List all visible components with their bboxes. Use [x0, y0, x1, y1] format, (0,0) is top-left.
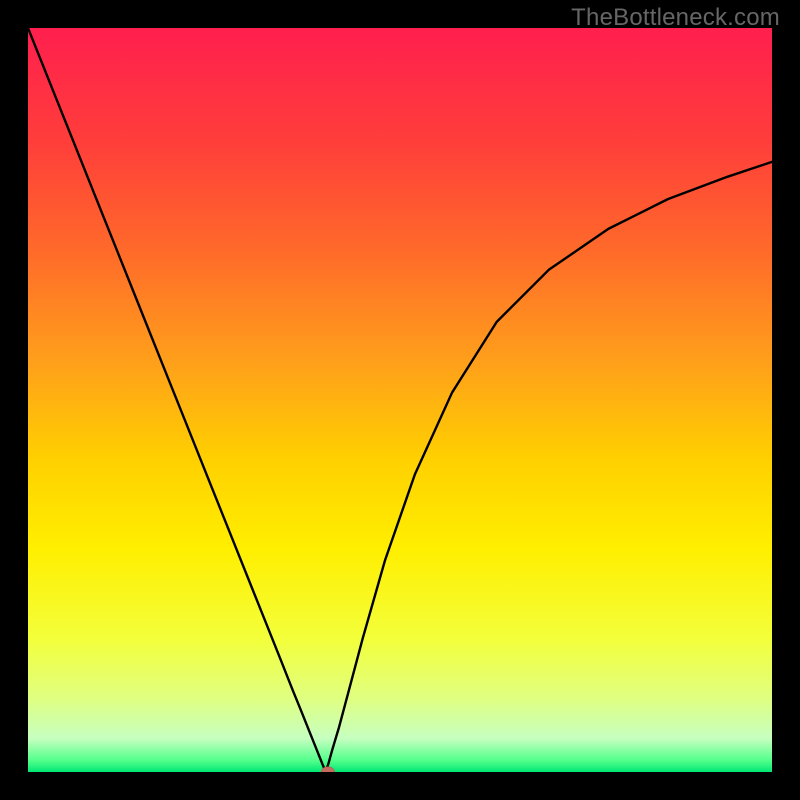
watermark-text: TheBottleneck.com [571, 4, 780, 32]
chart-svg [28, 28, 772, 772]
plot-area [28, 28, 772, 772]
chart-frame: TheBottleneck.com [0, 0, 800, 800]
gradient-background [28, 28, 772, 772]
